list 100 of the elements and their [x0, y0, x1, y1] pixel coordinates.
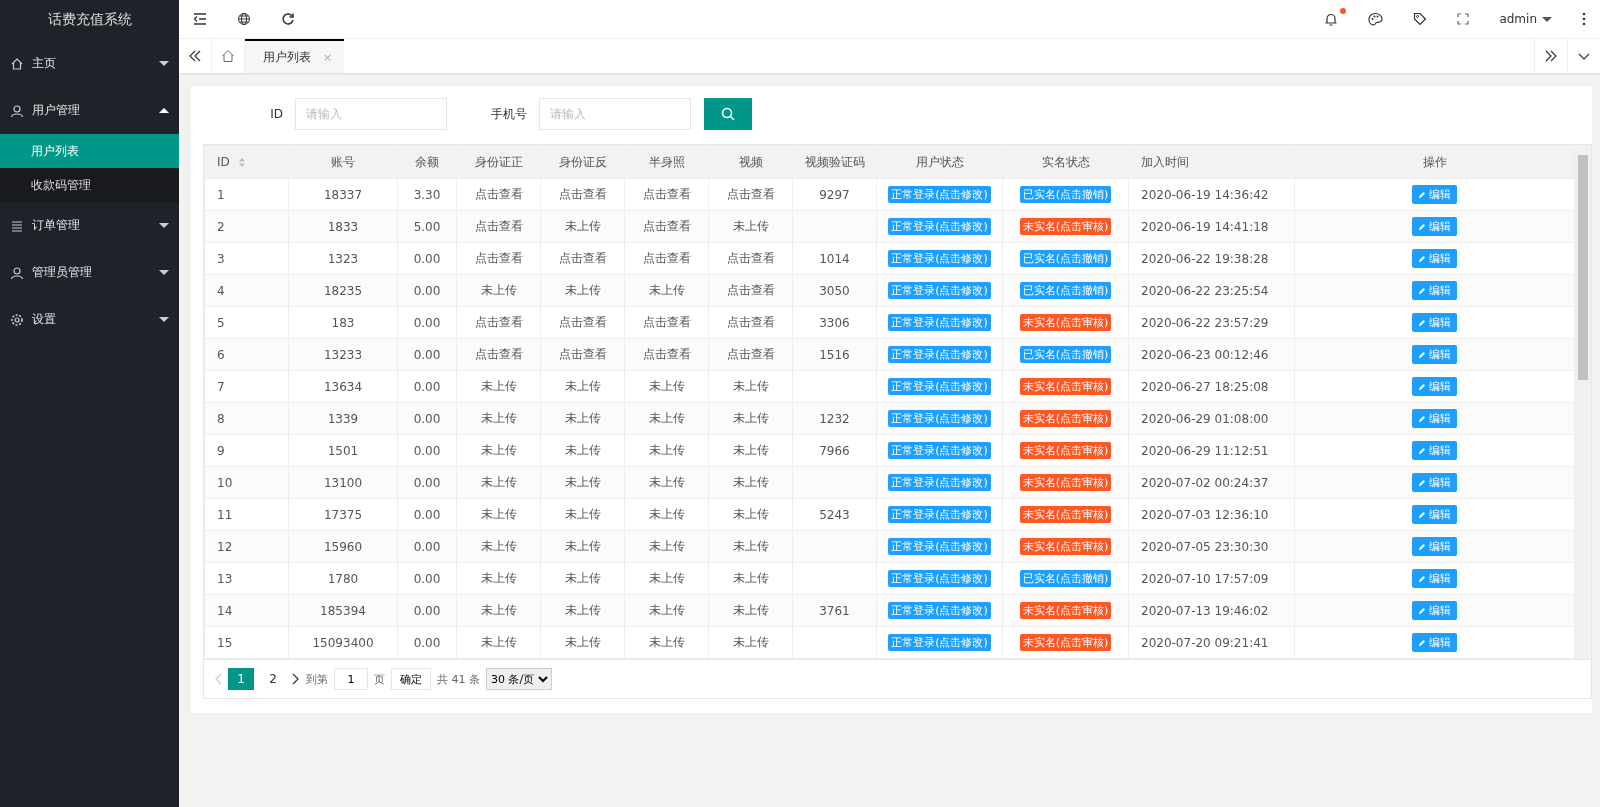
status-tag[interactable]: 正常登录(点击修改) [888, 282, 991, 299]
table-cell: 185394 [288, 594, 398, 627]
bell-icon[interactable] [1324, 12, 1339, 26]
edit-button[interactable]: 编辑 [1412, 409, 1457, 428]
page-size-select[interactable]: 30 条/页 [486, 668, 552, 690]
nav-item[interactable]: 订单管理 [0, 202, 179, 249]
field-label: 手机号 [490, 105, 528, 123]
nav-item[interactable]: 管理员管理 [0, 249, 179, 296]
table-cell: 未上传 [708, 498, 793, 531]
close-icon[interactable]: × [323, 50, 333, 64]
edit-button[interactable]: 编辑 [1412, 345, 1457, 364]
fullscreen-icon[interactable] [1457, 13, 1470, 25]
table-cell: 13233 [288, 338, 398, 371]
table-cell: 未上传 [708, 594, 793, 627]
chevron-right-icon[interactable] [292, 673, 300, 685]
table-cell: 1516 [792, 338, 877, 371]
edit-button[interactable]: 编辑 [1412, 601, 1457, 620]
globe-icon[interactable] [237, 12, 251, 26]
table-cell: 未上传 [708, 562, 793, 595]
table-cell: 0.00 [397, 562, 457, 595]
nav-item[interactable]: 设置 [0, 296, 179, 343]
edit-button[interactable]: 编辑 [1412, 633, 1457, 652]
edit-button[interactable]: 编辑 [1412, 473, 1457, 492]
page-input[interactable]: 1 [334, 668, 368, 690]
search-button[interactable] [704, 98, 752, 130]
input-field[interactable]: 请输入 [539, 98, 691, 130]
page-tab[interactable]: 用户列表 × [245, 39, 345, 73]
table-cell: 未上传 [456, 594, 541, 627]
edit-button[interactable]: 编辑 [1412, 217, 1457, 236]
edit-button[interactable]: 编辑 [1412, 249, 1457, 268]
table-cell: 18337 [288, 178, 398, 211]
status-tag[interactable]: 正常登录(点击修改) [888, 186, 991, 203]
page-button[interactable]: 2 [260, 668, 286, 690]
table-cell: 9 [204, 434, 289, 467]
edit-button[interactable]: 编辑 [1412, 185, 1457, 204]
table-cell: 2020-06-29 11:12:51 [1128, 434, 1295, 467]
status-tag[interactable]: 未实名(点击审核) [1019, 634, 1112, 651]
edit-button[interactable]: 编辑 [1412, 569, 1457, 588]
status-tag[interactable]: 正常登录(点击修改) [888, 538, 991, 555]
more-icon[interactable] [1582, 12, 1586, 26]
status-tag[interactable]: 已实名(点击撤销) [1019, 250, 1112, 267]
submenu-item[interactable]: 收款码管理 [0, 168, 179, 202]
page-button[interactable]: 1 [228, 668, 254, 690]
table-cell: 0.00 [397, 594, 457, 627]
edit-button[interactable]: 编辑 [1412, 281, 1457, 300]
nav-item[interactable]: 主页 [0, 40, 179, 87]
status-tag[interactable]: 未实名(点击审核) [1019, 410, 1112, 427]
table-cell: 1232 [792, 402, 877, 435]
table-cell: 1323 [288, 242, 398, 275]
status-tag[interactable]: 未实名(点击审核) [1019, 442, 1112, 459]
table-cell: 未上传 [624, 402, 709, 435]
status-tag[interactable]: 正常登录(点击修改) [888, 506, 991, 523]
status-tag[interactable]: 正常登录(点击修改) [888, 410, 991, 427]
status-tag[interactable]: 正常登录(点击修改) [888, 314, 991, 331]
column-header: 用户状态 [876, 145, 1003, 179]
table-cell: 13 [204, 562, 289, 595]
status-tag[interactable]: 正常登录(点击修改) [888, 378, 991, 395]
status-tag[interactable]: 未实名(点击审核) [1019, 474, 1112, 491]
input-field[interactable]: 请输入 [295, 98, 447, 130]
status-tag[interactable]: 正常登录(点击修改) [888, 346, 991, 363]
table-cell: 点击查看 [708, 306, 793, 339]
table-cell: 未上传 [624, 434, 709, 467]
status-tag[interactable]: 正常登录(点击修改) [888, 570, 991, 587]
edit-button[interactable]: 编辑 [1412, 377, 1457, 396]
status-tag[interactable]: 未实名(点击审核) [1019, 378, 1112, 395]
status-tag[interactable]: 未实名(点击审核) [1019, 314, 1112, 331]
table-cell: 未上传 [456, 466, 541, 499]
menu-fold-icon[interactable] [193, 13, 207, 25]
page-unit-label: 页 [374, 671, 385, 687]
confirm-button[interactable]: 确定 [391, 668, 431, 690]
table-cell: 10 [204, 466, 289, 499]
table-cell: 点击查看 [456, 210, 541, 243]
status-tag[interactable]: 已实名(点击撤销) [1019, 186, 1112, 203]
column-header[interactable]: ID [217, 155, 230, 169]
status-tag[interactable]: 已实名(点击撤销) [1019, 570, 1112, 587]
status-tag[interactable]: 未实名(点击审核) [1019, 506, 1112, 523]
status-tag[interactable]: 正常登录(点击修改) [888, 250, 991, 267]
submenu-item[interactable]: 用户列表 [0, 134, 179, 168]
status-tag[interactable]: 已实名(点击撤销) [1019, 346, 1112, 363]
status-tag[interactable]: 正常登录(点击修改) [888, 474, 991, 491]
user-menu[interactable]: admin [1499, 12, 1552, 26]
table-cell: 7966 [792, 434, 877, 467]
status-tag[interactable]: 未实名(点击审核) [1019, 602, 1112, 619]
status-tag[interactable]: 未实名(点击审核) [1019, 218, 1112, 235]
refresh-icon[interactable] [281, 12, 295, 26]
edit-button[interactable]: 编辑 [1412, 313, 1457, 332]
edit-button[interactable]: 编辑 [1412, 537, 1457, 556]
status-tag[interactable]: 未实名(点击审核) [1019, 538, 1112, 555]
status-tag[interactable]: 正常登录(点击修改) [888, 602, 991, 619]
edit-button[interactable]: 编辑 [1412, 441, 1457, 460]
status-tag[interactable]: 正常登录(点击修改) [888, 634, 991, 651]
tag-icon[interactable] [1413, 12, 1428, 26]
status-tag[interactable]: 已实名(点击撤销) [1019, 282, 1112, 299]
table-cell: 15 [204, 626, 289, 659]
edit-button[interactable]: 编辑 [1412, 505, 1457, 524]
scrollbar[interactable] [1575, 145, 1591, 659]
status-tag[interactable]: 正常登录(点击修改) [888, 218, 991, 235]
nav-item[interactable]: 用户管理 [0, 87, 179, 134]
status-tag[interactable]: 正常登录(点击修改) [888, 442, 991, 459]
palette-icon[interactable] [1368, 12, 1384, 26]
